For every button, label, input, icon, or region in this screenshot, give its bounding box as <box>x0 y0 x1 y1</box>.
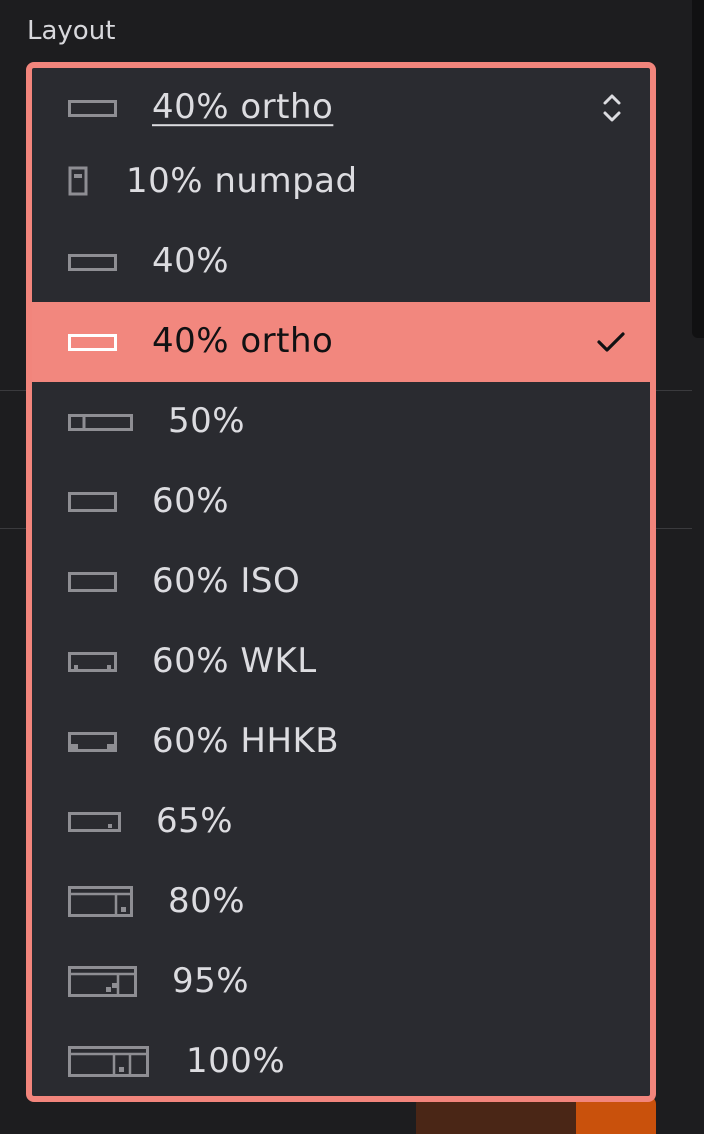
keyboard-95-icon <box>68 965 138 999</box>
keyboard-numpad-icon <box>68 166 92 198</box>
keyboard-50-icon <box>68 410 134 434</box>
option-label: 100% <box>186 1041 286 1082</box>
option-label: 50% <box>168 401 246 442</box>
chevron-up-down-icon <box>600 91 624 125</box>
checkmark-icon <box>596 330 626 354</box>
option-60-wkl[interactable]: 60% WKL <box>32 622 650 702</box>
option-label: 40% <box>152 241 230 282</box>
option-label: 60% ISO <box>152 561 301 602</box>
option-label: 65% <box>156 801 234 842</box>
keyboard-100-icon <box>68 1045 150 1079</box>
option-label: 80% <box>168 881 246 922</box>
keyboard-40-ortho-icon <box>68 96 118 120</box>
current-value-label: 40% ortho <box>152 87 334 128</box>
option-40[interactable]: 40% <box>32 222 650 302</box>
option-label: 60% HHKB <box>152 721 340 762</box>
option-60-iso[interactable]: 60% ISO <box>32 542 650 622</box>
option-10-numpad[interactable]: 10% numpad <box>32 142 650 222</box>
layout-dropdown[interactable]: 40% ortho 10% numpad 40% 40% ortho 50% 6… <box>26 62 656 1102</box>
keyboard-60-iso-icon <box>68 569 118 595</box>
option-100[interactable]: 100% <box>32 1022 650 1096</box>
option-label: 95% <box>172 961 250 1002</box>
keyboard-60-icon <box>68 489 118 515</box>
option-label: 60% <box>152 481 230 522</box>
keyboard-65-icon <box>68 809 122 835</box>
option-65[interactable]: 65% <box>32 782 650 862</box>
option-60-hhkb[interactable]: 60% HHKB <box>32 702 650 782</box>
option-50[interactable]: 50% <box>32 382 650 462</box>
option-label: 40% ortho <box>152 321 334 362</box>
option-label: 60% WKL <box>152 641 317 682</box>
layout-label: Layout <box>27 16 116 46</box>
keyboard-40-ortho-icon <box>68 330 118 354</box>
keyboard-60-wkl-icon <box>68 649 118 675</box>
option-95[interactable]: 95% <box>32 942 650 1022</box>
option-label: 10% numpad <box>126 161 358 202</box>
keyboard-40-icon <box>68 250 118 274</box>
scrollbar[interactable] <box>692 0 704 338</box>
option-80[interactable]: 80% <box>32 862 650 942</box>
layout-select-current[interactable]: 40% ortho <box>32 68 650 148</box>
option-40-ortho[interactable]: 40% ortho <box>32 302 650 382</box>
settings-page: Layout 40% ortho 10% numpad 40% 40% orth… <box>0 0 704 1134</box>
option-60[interactable]: 60% <box>32 462 650 542</box>
keyboard-80-icon <box>68 885 134 919</box>
keyboard-60-hhkb-icon <box>68 729 118 755</box>
